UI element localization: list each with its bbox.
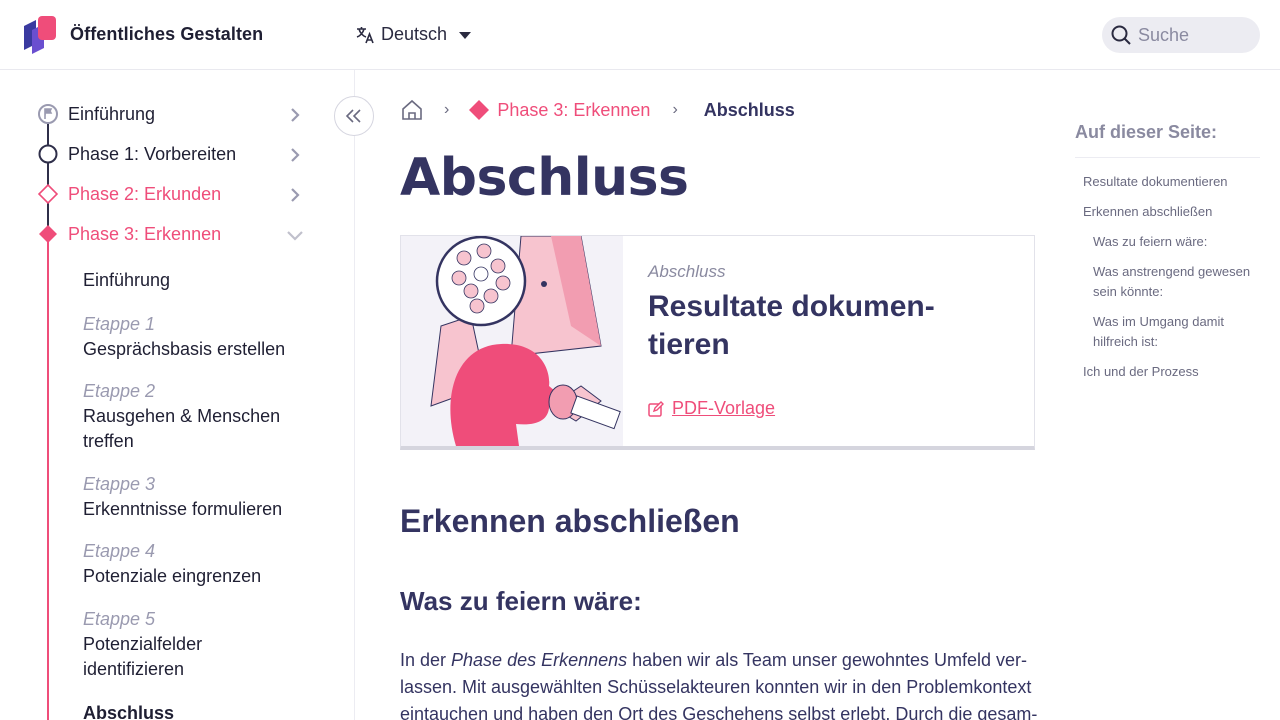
diamond-filled-icon — [469, 100, 490, 120]
edit-icon — [648, 400, 664, 417]
search-icon — [1111, 25, 1131, 45]
toc-link[interactable]: Resultate dokumentieren — [1083, 172, 1228, 192]
sidebar-item-label: Einführung — [68, 104, 156, 124]
breadcrumb: › Phase 3: Erkennen › Abschluss — [400, 98, 795, 122]
sidebar-subitem[interactable]: Einführung — [83, 268, 170, 293]
double-chevron-left-icon — [345, 109, 361, 123]
chevron-right-icon: › — [672, 101, 678, 118]
card-title[interactable]: Resultate dokumen-tieren — [648, 288, 1008, 364]
card-illustration — [401, 236, 623, 446]
sidebar-subitem[interactable]: Etappe 1 Gesprächsbasis erstellen — [83, 312, 303, 362]
interview-illustration — [401, 236, 623, 446]
toc-divider — [1075, 157, 1260, 158]
breadcrumb-phase-link[interactable]: Phase 3: Erkennen — [469, 100, 650, 121]
top-header: Öffentliches Gestalten Deutsch — [0, 0, 1280, 70]
chevron-down-icon[interactable] — [287, 227, 303, 243]
toc-link[interactable]: Erkennen abschließen — [1083, 202, 1212, 222]
toc-link[interactable]: Was zu feiern wäre: — [1093, 232, 1207, 252]
body-paragraph: In der Phase des Erkennens haben wir als… — [400, 650, 1038, 720]
sidebar-subitem[interactable]: Etappe 2 Rausgehen & Menschen treffen — [83, 379, 288, 454]
sidebar-subitem-active[interactable]: Abschluss — [83, 701, 174, 720]
diamond-outline-icon — [38, 184, 58, 204]
logo-icon[interactable] — [22, 16, 58, 54]
sidebar-item-label: Phase 1: Vorbereiten — [68, 144, 237, 164]
home-icon[interactable] — [400, 98, 424, 122]
toc-link[interactable]: Was im Umgang damit hilfreich ist: — [1093, 312, 1233, 352]
search-input[interactable] — [1138, 24, 1248, 46]
page-title: Abschluss — [400, 148, 689, 208]
circle-marker-icon — [38, 144, 58, 164]
breadcrumb-current: Abschluss — [703, 99, 795, 120]
pdf-template-link[interactable]: PDF-Vorlage — [648, 398, 775, 419]
subsection-heading: Was zu feiern wäre: — [400, 586, 642, 616]
language-selector[interactable]: Deutsch — [355, 24, 472, 45]
chevron-right-icon[interactable] — [287, 107, 303, 123]
sidebar-subitem[interactable]: Etappe 5 Potenzialfelder identifizieren — [83, 607, 233, 682]
toc-link[interactable]: Was anstrengend gewesen sein könnte: — [1093, 262, 1258, 302]
toc-title: Auf dieser Seite: — [1075, 122, 1218, 142]
toc-link[interactable]: Ich und der Prozess — [1083, 362, 1199, 382]
chevron-right-icon: › — [444, 101, 450, 118]
sidebar-subitem[interactable]: Etappe 3 Erkenntnisse formulieren — [83, 472, 303, 522]
card-kicker: Abschluss — [648, 262, 726, 281]
translate-icon — [356, 26, 374, 43]
diamond-filled-icon — [39, 225, 57, 243]
language-label: Deutsch — [381, 24, 448, 44]
section-heading: Erkennen abschließen — [400, 503, 740, 539]
collapse-sidebar-button[interactable] — [334, 96, 374, 136]
brand-name[interactable]: Öffentliches Gestalten — [70, 24, 263, 45]
chevron-right-icon[interactable] — [287, 187, 303, 203]
search-box[interactable] — [1102, 17, 1260, 53]
sidebar-subitem[interactable]: Etappe 4 Potenziale eingrenzen — [83, 539, 303, 589]
sidebar-item-label: Phase 2: Erkunden — [68, 184, 222, 204]
resource-card[interactable]: Abschluss Resultate dokumen-tieren PDF-V… — [400, 235, 1035, 450]
chevron-right-icon[interactable] — [287, 147, 303, 163]
sidebar-item-label: Phase 3: Erkennen — [68, 224, 222, 244]
chevron-down-icon — [459, 32, 472, 39]
flag-icon — [38, 104, 58, 124]
timeline-line-active — [47, 234, 49, 720]
